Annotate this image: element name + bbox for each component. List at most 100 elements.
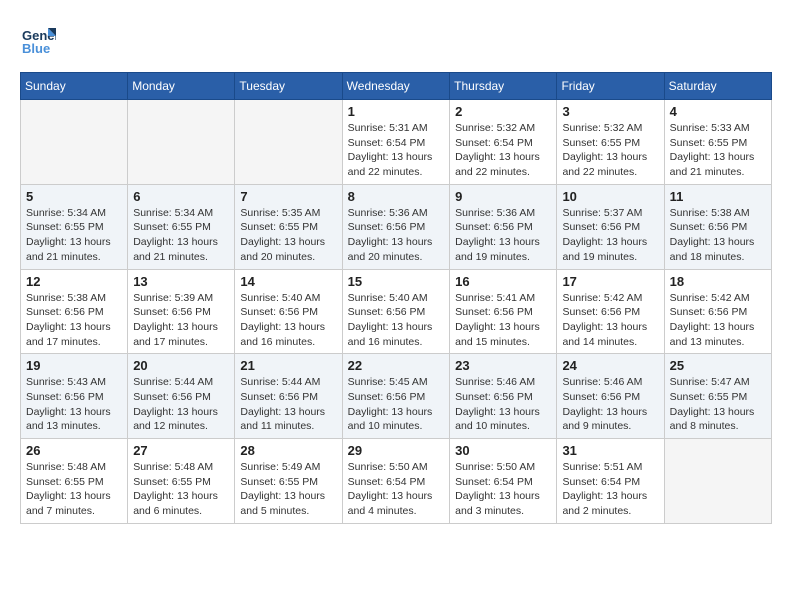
day-number: 26 <box>26 443 122 458</box>
calendar-cell <box>21 100 128 185</box>
day-number: 5 <box>26 189 122 204</box>
calendar-cell: 6Sunrise: 5:34 AMSunset: 6:55 PMDaylight… <box>128 184 235 269</box>
weekday-header-saturday: Saturday <box>664 73 771 100</box>
day-number: 8 <box>348 189 444 204</box>
calendar-cell <box>128 100 235 185</box>
weekday-header-friday: Friday <box>557 73 664 100</box>
day-info: Sunrise: 5:36 AMSunset: 6:56 PMDaylight:… <box>455 206 551 265</box>
svg-text:Blue: Blue <box>22 41 50 56</box>
day-info: Sunrise: 5:49 AMSunset: 6:55 PMDaylight:… <box>240 460 336 519</box>
day-info: Sunrise: 5:39 AMSunset: 6:56 PMDaylight:… <box>133 291 229 350</box>
weekday-header-sunday: Sunday <box>21 73 128 100</box>
calendar-cell: 9 Sunrise: 5:36 AMSunset: 6:56 PMDaylight… <box>450 184 557 269</box>
calendar-cell: 24Sunrise: 5:46 AMSunset: 6:56 PMDayligh… <box>557 354 664 439</box>
day-info: Sunrise: 5:45 AMSunset: 6:56 PMDaylight:… <box>348 375 444 434</box>
logo-icon: General Blue <box>20 20 56 56</box>
day-info: Sunrise: 5:32 AMSunset: 6:54 PMDaylight:… <box>455 121 551 180</box>
day-number: 6 <box>133 189 229 204</box>
day-number: 11 <box>670 189 766 204</box>
day-info: Sunrise: 5:50 AMSunset: 6:54 PMDaylight:… <box>348 460 444 519</box>
day-number: 4 <box>670 104 766 119</box>
day-info: Sunrise: 5:44 AMSunset: 6:56 PMDaylight:… <box>133 375 229 434</box>
day-number: 10 <box>562 189 658 204</box>
day-info: Sunrise: 5:51 AMSunset: 6:54 PMDaylight:… <box>562 460 658 519</box>
calendar-cell: 28 Sunrise: 5:49 AMSunset: 6:55 PMDayligh… <box>235 439 342 524</box>
calendar-table: SundayMondayTuesdayWednesdayThursdayFrid… <box>20 72 772 524</box>
day-number: 12 <box>26 274 122 289</box>
calendar-cell: 30Sunrise: 5:50 AMSunset: 6:54 PMDayligh… <box>450 439 557 524</box>
week-row-2: 5 Sunrise: 5:34 AMSunset: 6:55 PMDaylight… <box>21 184 772 269</box>
day-info: Sunrise: 5:38 AMSunset: 6:56 PMDaylight:… <box>26 291 122 350</box>
day-number: 2 <box>455 104 551 119</box>
day-number: 16 <box>455 274 551 289</box>
day-number: 31 <box>562 443 658 458</box>
calendar-cell: 15Sunrise: 5:40 AMSunset: 6:56 PMDayligh… <box>342 269 449 354</box>
day-info: Sunrise: 5:37 AMSunset: 6:56 PMDaylight:… <box>562 206 658 265</box>
day-info: Sunrise: 5:32 AMSunset: 6:55 PMDaylight:… <box>562 121 658 180</box>
day-info: Sunrise: 5:48 AMSunset: 6:55 PMDaylight:… <box>26 460 122 519</box>
day-number: 3 <box>562 104 658 119</box>
day-info: Sunrise: 5:38 AMSunset: 6:56 PMDaylight:… <box>670 206 766 265</box>
day-number: 19 <box>26 358 122 373</box>
page-header: General Blue <box>20 20 772 56</box>
day-info: Sunrise: 5:42 AMSunset: 6:56 PMDaylight:… <box>562 291 658 350</box>
day-number: 13 <box>133 274 229 289</box>
day-info: Sunrise: 5:40 AMSunset: 6:56 PMDaylight:… <box>348 291 444 350</box>
day-info: Sunrise: 5:46 AMSunset: 6:56 PMDaylight:… <box>455 375 551 434</box>
logo: General Blue <box>20 20 60 56</box>
weekday-header-row: SundayMondayTuesdayWednesdayThursdayFrid… <box>21 73 772 100</box>
calendar-cell: 23 Sunrise: 5:46 AMSunset: 6:56 PMDayligh… <box>450 354 557 439</box>
weekday-header-monday: Monday <box>128 73 235 100</box>
day-number: 21 <box>240 358 336 373</box>
day-info: Sunrise: 5:46 AMSunset: 6:56 PMDaylight:… <box>562 375 658 434</box>
day-info: Sunrise: 5:34 AMSunset: 6:55 PMDaylight:… <box>26 206 122 265</box>
calendar-cell: 4 Sunrise: 5:33 AMSunset: 6:55 PMDaylight… <box>664 100 771 185</box>
week-row-1: 1Sunrise: 5:31 AMSunset: 6:54 PMDaylight… <box>21 100 772 185</box>
calendar-cell: 8 Sunrise: 5:36 AMSunset: 6:56 PMDaylight… <box>342 184 449 269</box>
calendar-cell: 3 Sunrise: 5:32 AMSunset: 6:55 PMDaylight… <box>557 100 664 185</box>
calendar-cell: 13 Sunrise: 5:39 AMSunset: 6:56 PMDayligh… <box>128 269 235 354</box>
day-number: 29 <box>348 443 444 458</box>
calendar-cell <box>664 439 771 524</box>
day-number: 28 <box>240 443 336 458</box>
day-info: Sunrise: 5:33 AMSunset: 6:55 PMDaylight:… <box>670 121 766 180</box>
weekday-header-thursday: Thursday <box>450 73 557 100</box>
day-info: Sunrise: 5:35 AMSunset: 6:55 PMDaylight:… <box>240 206 336 265</box>
calendar-cell: 25Sunrise: 5:47 AMSunset: 6:55 PMDayligh… <box>664 354 771 439</box>
calendar-cell: 29 Sunrise: 5:50 AMSunset: 6:54 PMDayligh… <box>342 439 449 524</box>
day-info: Sunrise: 5:50 AMSunset: 6:54 PMDaylight:… <box>455 460 551 519</box>
day-number: 20 <box>133 358 229 373</box>
calendar-cell: 1Sunrise: 5:31 AMSunset: 6:54 PMDaylight… <box>342 100 449 185</box>
calendar-cell: 18 Sunrise: 5:42 AMSunset: 6:56 PMDayligh… <box>664 269 771 354</box>
day-number: 22 <box>348 358 444 373</box>
calendar-cell: 16 Sunrise: 5:41 AMSunset: 6:56 PMDayligh… <box>450 269 557 354</box>
week-row-3: 12 Sunrise: 5:38 AMSunset: 6:56 PMDayligh… <box>21 269 772 354</box>
calendar-cell: 5 Sunrise: 5:34 AMSunset: 6:55 PMDaylight… <box>21 184 128 269</box>
day-number: 9 <box>455 189 551 204</box>
day-info: Sunrise: 5:36 AMSunset: 6:56 PMDaylight:… <box>348 206 444 265</box>
calendar-cell: 11 Sunrise: 5:38 AMSunset: 6:56 PMDayligh… <box>664 184 771 269</box>
calendar-cell: 19 Sunrise: 5:43 AMSunset: 6:56 PMDayligh… <box>21 354 128 439</box>
calendar-cell: 27Sunrise: 5:48 AMSunset: 6:55 PMDayligh… <box>128 439 235 524</box>
calendar-cell: 14Sunrise: 5:40 AMSunset: 6:56 PMDayligh… <box>235 269 342 354</box>
day-number: 14 <box>240 274 336 289</box>
day-number: 27 <box>133 443 229 458</box>
weekday-header-tuesday: Tuesday <box>235 73 342 100</box>
day-info: Sunrise: 5:43 AMSunset: 6:56 PMDaylight:… <box>26 375 122 434</box>
day-number: 1 <box>348 104 444 119</box>
calendar-cell: 26 Sunrise: 5:48 AMSunset: 6:55 PMDayligh… <box>21 439 128 524</box>
day-info: Sunrise: 5:47 AMSunset: 6:55 PMDaylight:… <box>670 375 766 434</box>
day-info: Sunrise: 5:41 AMSunset: 6:56 PMDaylight:… <box>455 291 551 350</box>
calendar-cell: 22 Sunrise: 5:45 AMSunset: 6:56 PMDayligh… <box>342 354 449 439</box>
day-info: Sunrise: 5:42 AMSunset: 6:56 PMDaylight:… <box>670 291 766 350</box>
day-number: 18 <box>670 274 766 289</box>
calendar-cell: 10 Sunrise: 5:37 AMSunset: 6:56 PMDayligh… <box>557 184 664 269</box>
calendar-cell: 17Sunrise: 5:42 AMSunset: 6:56 PMDayligh… <box>557 269 664 354</box>
week-row-4: 19 Sunrise: 5:43 AMSunset: 6:56 PMDayligh… <box>21 354 772 439</box>
calendar-cell: 31 Sunrise: 5:51 AMSunset: 6:54 PMDayligh… <box>557 439 664 524</box>
calendar-cell <box>235 100 342 185</box>
day-number: 23 <box>455 358 551 373</box>
week-row-5: 26 Sunrise: 5:48 AMSunset: 6:55 PMDayligh… <box>21 439 772 524</box>
weekday-header-wednesday: Wednesday <box>342 73 449 100</box>
calendar-cell: 21Sunrise: 5:44 AMSunset: 6:56 PMDayligh… <box>235 354 342 439</box>
